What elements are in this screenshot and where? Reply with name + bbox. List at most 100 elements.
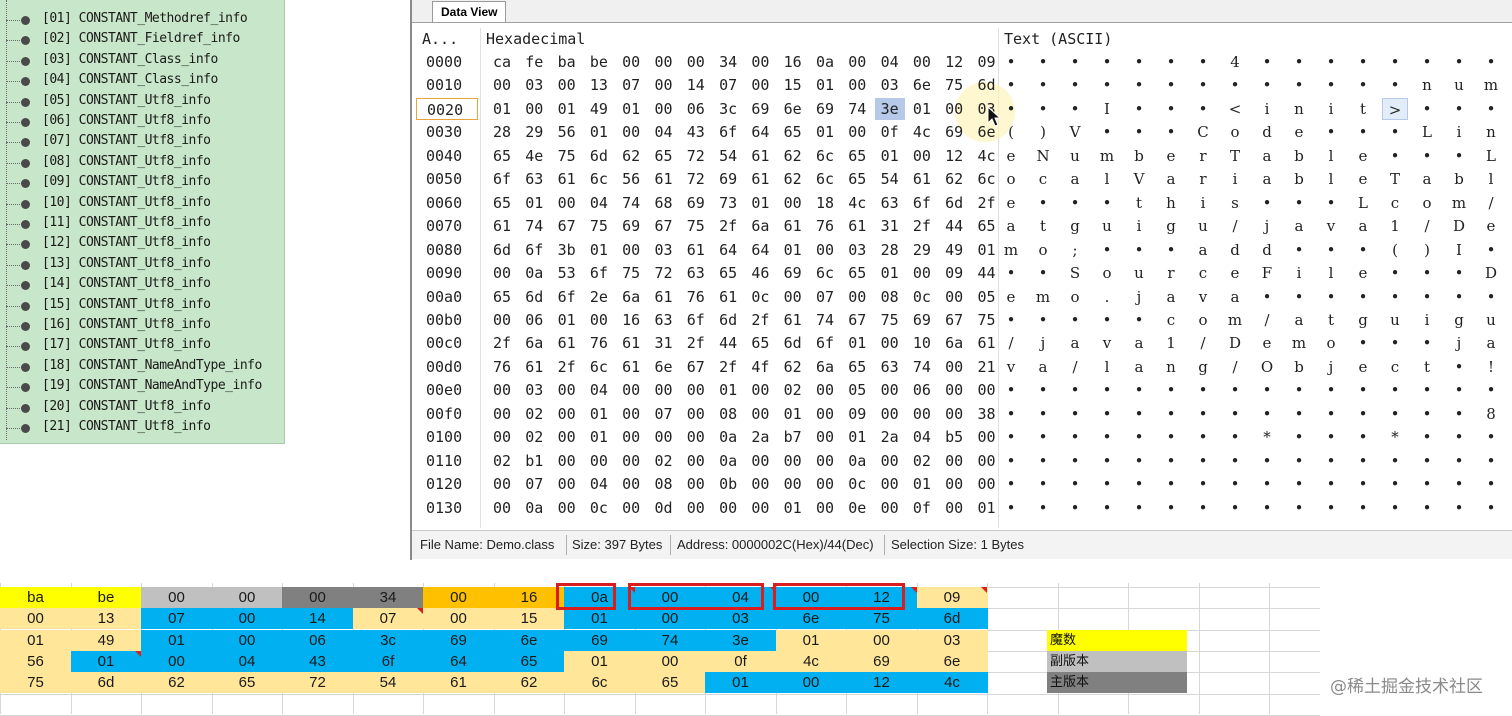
- ascii-char[interactable]: •: [1446, 145, 1472, 167]
- ascii-char[interactable]: •: [1094, 74, 1120, 96]
- hex-byte[interactable]: 56: [552, 121, 582, 143]
- hex-byte[interactable]: fe: [519, 51, 549, 73]
- hex-byte[interactable]: 00: [552, 379, 582, 401]
- hex-byte[interactable]: 67: [939, 309, 969, 331]
- tree-item[interactable]: [21] CONSTANT_Utf8_info: [0, 418, 284, 438]
- hex-byte[interactable]: 54: [713, 145, 743, 167]
- hex-byte[interactable]: 04: [584, 473, 614, 495]
- hex-byte[interactable]: 01: [778, 239, 808, 261]
- ascii-char[interactable]: •: [1478, 379, 1504, 401]
- hex-byte[interactable]: 6d: [519, 286, 549, 308]
- ascii-char[interactable]: •: [1062, 403, 1088, 425]
- hex-byte[interactable]: 6a: [616, 286, 646, 308]
- hex-byte[interactable]: 00: [681, 450, 711, 472]
- ascii-char[interactable]: •: [1382, 332, 1408, 354]
- hex-byte[interactable]: 00: [939, 98, 969, 120]
- ascii-char[interactable]: u: [1094, 215, 1120, 237]
- hex-byte[interactable]: 38: [972, 403, 1002, 425]
- hex-byte[interactable]: 00: [616, 51, 646, 73]
- sheet-cell[interactable]: 54: [352, 672, 424, 694]
- ascii-char[interactable]: a: [1030, 356, 1056, 378]
- hex-byte[interactable]: 6d: [939, 192, 969, 214]
- ascii-char[interactable]: g: [1446, 309, 1472, 331]
- ascii-char[interactable]: a: [1286, 309, 1312, 331]
- ascii-char[interactable]: •: [1350, 239, 1376, 261]
- hex-byte[interactable]: 07: [810, 286, 840, 308]
- sheet-cell[interactable]: 16: [493, 587, 565, 608]
- hex-column-header[interactable]: Hexadecimal: [486, 30, 585, 48]
- ascii-char[interactable]: •: [1350, 286, 1376, 308]
- hex-byte[interactable]: 6d: [713, 309, 743, 331]
- ascii-char[interactable]: i: [1126, 215, 1152, 237]
- hex-byte[interactable]: 6d: [584, 145, 614, 167]
- sheet-cell[interactable]: 69: [423, 629, 494, 651]
- hex-byte[interactable]: 2f: [681, 332, 711, 354]
- ascii-char[interactable]: e: [1478, 215, 1504, 237]
- hex-byte[interactable]: 00: [810, 239, 840, 261]
- hex-byte[interactable]: 6e: [649, 356, 679, 378]
- hex-byte[interactable]: 61: [487, 215, 517, 237]
- hex-byte[interactable]: 00: [939, 473, 969, 495]
- hex-byte[interactable]: 01: [875, 145, 905, 167]
- hex-byte[interactable]: 03: [519, 379, 549, 401]
- hex-byte[interactable]: 09: [939, 262, 969, 284]
- ascii-char[interactable]: •: [1222, 403, 1248, 425]
- sheet-cell[interactable]: 00: [634, 650, 706, 672]
- hex-byte[interactable]: 6a: [939, 332, 969, 354]
- hex-byte[interactable]: 6a: [745, 215, 775, 237]
- ascii-char[interactable]: a: [998, 215, 1024, 237]
- hex-byte[interactable]: 2f: [907, 215, 937, 237]
- ascii-char[interactable]: n: [1158, 356, 1184, 378]
- ascii-char[interactable]: c: [1382, 356, 1408, 378]
- hex-byte[interactable]: b7: [778, 426, 808, 448]
- hex-byte[interactable]: 2f: [552, 356, 582, 378]
- ascii-char[interactable]: L: [1350, 192, 1376, 214]
- hex-byte[interactable]: 03: [842, 239, 872, 261]
- sheet-cell[interactable]: 75: [0, 672, 71, 694]
- sheet-cell[interactable]: 00: [634, 608, 706, 630]
- ascii-char[interactable]: m: [1030, 286, 1056, 308]
- ascii-char[interactable]: •: [1222, 379, 1248, 401]
- hex-byte[interactable]: 01: [842, 332, 872, 354]
- hex-byte[interactable]: 06: [519, 309, 549, 331]
- ascii-char[interactable]: o: [1190, 309, 1216, 331]
- hex-byte[interactable]: 4c: [907, 121, 937, 143]
- ascii-char[interactable]: •: [1030, 473, 1056, 495]
- hex-byte[interactable]: 08: [713, 403, 743, 425]
- ascii-char[interactable]: •: [1254, 473, 1280, 495]
- hex-byte[interactable]: 01: [713, 379, 743, 401]
- address-column-header[interactable]: A...: [422, 30, 458, 48]
- hex-byte[interactable]: 00: [907, 262, 937, 284]
- ascii-char[interactable]: •: [1254, 379, 1280, 401]
- sheet-cell[interactable]: 00: [282, 587, 353, 608]
- address-cell[interactable]: 00f0: [426, 403, 478, 425]
- ascii-char[interactable]: l: [1318, 168, 1344, 190]
- sheet-cell[interactable]: 65: [211, 672, 283, 694]
- hex-byte[interactable]: 65: [713, 262, 743, 284]
- sheet-cell[interactable]: 75: [846, 608, 917, 630]
- hex-byte[interactable]: 00: [649, 74, 679, 96]
- hex-byte[interactable]: 6f: [907, 192, 937, 214]
- hex-byte[interactable]: 2f: [487, 332, 517, 354]
- ascii-char[interactable]: m: [1094, 145, 1120, 167]
- ascii-char[interactable]: *: [1382, 426, 1408, 448]
- tree-item[interactable]: [08] CONSTANT_Utf8_info: [0, 153, 284, 173]
- hex-byte[interactable]: 10: [907, 332, 937, 354]
- sheet-cell[interactable]: 00: [211, 608, 283, 630]
- hex-byte[interactable]: 04: [584, 379, 614, 401]
- ascii-char[interactable]: e: [1222, 262, 1248, 284]
- hex-byte[interactable]: 00: [875, 473, 905, 495]
- ascii-char[interactable]: •: [1446, 497, 1472, 519]
- hex-byte[interactable]: 13: [584, 74, 614, 96]
- ascii-char[interactable]: u: [1478, 309, 1504, 331]
- ascii-char[interactable]: •: [1446, 426, 1472, 448]
- hex-byte[interactable]: 14: [681, 74, 711, 96]
- hex-byte[interactable]: 16: [778, 51, 808, 73]
- ascii-char[interactable]: •: [1414, 473, 1440, 495]
- ascii-char[interactable]: e: [1254, 332, 1280, 354]
- ascii-char[interactable]: l: [1478, 168, 1504, 190]
- ascii-char[interactable]: ): [1414, 239, 1440, 261]
- hex-byte[interactable]: 0a: [842, 450, 872, 472]
- hex-byte[interactable]: 0a: [810, 51, 840, 73]
- hex-byte[interactable]: 21: [972, 356, 1002, 378]
